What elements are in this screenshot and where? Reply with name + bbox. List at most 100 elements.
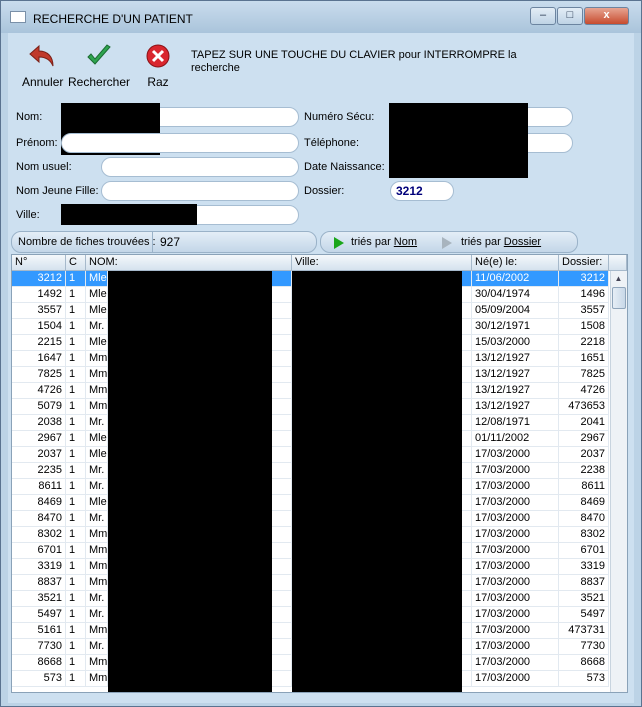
cell-date: 17/03/2000 (472, 623, 559, 638)
cell-c: 1 (66, 383, 86, 398)
column-header-ville[interactable]: Ville: (292, 255, 472, 271)
sort-dossier-prefix: triés par (461, 236, 504, 248)
results-count-value: 927 (160, 235, 181, 249)
cell-date: 17/03/2000 (472, 447, 559, 462)
cell-date: 17/03/2000 (472, 559, 559, 574)
cell-dossier: 2238 (559, 463, 609, 478)
cell-dossier: 5497 (559, 607, 609, 622)
cell-date: 17/03/2000 (472, 575, 559, 590)
sort-by-dossier-button[interactable]: triés par Dossier (461, 232, 541, 252)
cell-date: 13/12/1927 (472, 399, 559, 414)
cell-num: 2215 (12, 335, 66, 350)
cancel-button[interactable]: Annuler (22, 41, 64, 89)
cell-civ: Mle (86, 431, 108, 446)
cell-c: 1 (66, 351, 86, 366)
cell-c: 1 (66, 511, 86, 526)
column-header-num[interactable]: N° (12, 255, 66, 271)
scroll-up-arrow-icon[interactable]: ▲ (611, 271, 626, 286)
window-title: RECHERCHE D'UN PATIENT (33, 12, 193, 26)
close-button[interactable]: x (584, 7, 629, 25)
cell-civ: Mm (86, 351, 108, 366)
cell-num: 3319 (12, 559, 66, 574)
cell-date: 17/03/2000 (472, 655, 559, 670)
cell-c: 1 (66, 367, 86, 382)
dossier-label: Dossier: (304, 185, 345, 197)
cell-date: 01/11/2002 (472, 431, 559, 446)
cell-c: 1 (66, 463, 86, 478)
nom-jeune-fille-field[interactable] (101, 181, 299, 201)
cell-date: 15/03/2000 (472, 335, 559, 350)
checkmark-icon (84, 41, 114, 71)
cell-date: 12/08/1971 (472, 415, 559, 430)
cell-date: 13/12/1927 (472, 383, 559, 398)
cell-num: 2038 (12, 415, 66, 430)
nom-usuel-label: Nom usuel: (16, 161, 72, 173)
reset-button[interactable]: Raz (142, 41, 174, 89)
cell-dossier: 8668 (559, 655, 609, 670)
results-count-label: Nombre de fiches trouvées : (18, 236, 156, 248)
cell-civ: Mm (86, 559, 108, 574)
cell-date: 17/03/2000 (472, 671, 559, 686)
cell-dossier: 8837 (559, 575, 609, 590)
cell-c: 1 (66, 543, 86, 558)
title-bar[interactable]: RECHERCHE D'UN PATIENT – □ x (1, 1, 641, 33)
cell-dossier: 473731 (559, 623, 609, 638)
dossier-field[interactable]: 3212 (390, 181, 454, 201)
cell-num: 5079 (12, 399, 66, 414)
cancel-label: Annuler (22, 75, 64, 89)
nom-usuel-field[interactable] (101, 157, 299, 177)
cell-c: 1 (66, 287, 86, 302)
cell-c: 1 (66, 575, 86, 590)
cell-c: 1 (66, 671, 86, 686)
cell-c: 1 (66, 495, 86, 510)
column-header-naissance[interactable]: Né(e) le: (472, 255, 559, 271)
maximize-button[interactable]: □ (557, 7, 583, 25)
cell-num: 1647 (12, 351, 66, 366)
column-header-spacer (609, 255, 627, 271)
cell-num: 3212 (12, 271, 66, 286)
cell-dossier: 1651 (559, 351, 609, 366)
redacted-cities (292, 271, 462, 692)
column-header-c[interactable]: C (66, 255, 86, 271)
undo-arrow-icon (27, 41, 57, 71)
cell-c: 1 (66, 303, 86, 318)
patients-table[interactable]: N° C NOM: Ville: Né(e) le: Dossier: 3212… (11, 254, 628, 693)
cell-civ: Mr. (86, 415, 108, 430)
cell-num: 8611 (12, 479, 66, 494)
secu-label: Numéro Sécu: (304, 111, 375, 123)
cell-dossier: 8470 (559, 511, 609, 526)
search-button[interactable]: Rechercher (68, 41, 130, 89)
cell-c: 1 (66, 271, 86, 286)
cell-c: 1 (66, 479, 86, 494)
reset-label: Raz (147, 75, 169, 89)
cell-civ: Mm (86, 671, 108, 686)
cell-c: 1 (66, 607, 86, 622)
cell-civ: Mm (86, 383, 108, 398)
column-header-nom[interactable]: NOM: (86, 255, 292, 271)
cell-civ: Mle (86, 271, 108, 286)
cell-num: 8837 (12, 575, 66, 590)
scroll-thumb[interactable] (612, 287, 626, 309)
minimize-button[interactable]: – (530, 7, 556, 25)
prenom-field[interactable] (61, 133, 299, 153)
prenom-label: Prénom: (16, 137, 58, 149)
sort-by-nom-button[interactable]: triés par Nom (351, 232, 417, 252)
cell-c: 1 (66, 623, 86, 638)
vertical-scrollbar[interactable]: ▲ (610, 271, 627, 692)
cell-c: 1 (66, 655, 86, 670)
cell-dossier: 573 (559, 671, 609, 686)
cell-date: 17/03/2000 (472, 495, 559, 510)
cell-civ: Mle (86, 335, 108, 350)
cell-date: 11/06/2002 (472, 271, 559, 286)
cell-dossier: 2041 (559, 415, 609, 430)
cell-num: 2037 (12, 447, 66, 462)
column-header-dossier[interactable]: Dossier: (559, 255, 609, 271)
cell-num: 8470 (12, 511, 66, 526)
cell-num: 5497 (12, 607, 66, 622)
cell-date: 30/12/1971 (472, 319, 559, 334)
cell-dossier: 8611 (559, 479, 609, 494)
cell-dossier: 473653 (559, 399, 609, 414)
cell-c: 1 (66, 399, 86, 414)
cell-dossier: 2218 (559, 335, 609, 350)
cell-num: 8302 (12, 527, 66, 542)
